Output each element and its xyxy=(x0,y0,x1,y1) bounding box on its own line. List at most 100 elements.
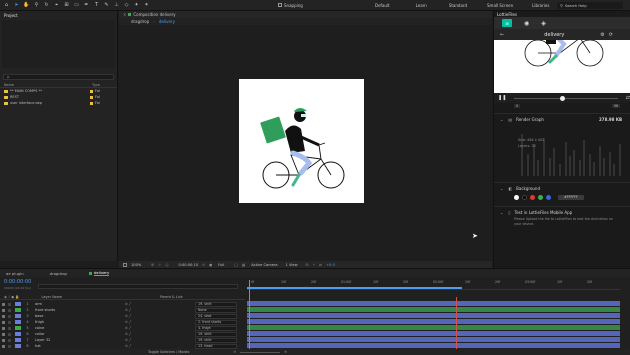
mobile-test-header[interactable]: ⌄ ▯ Test in LottieFiles Mobile App xyxy=(494,206,630,217)
pan-tool-icon[interactable]: ⊞ xyxy=(63,2,70,9)
breadcrumb-dragdrop[interactable]: dragdrop xyxy=(127,18,153,25)
back-arrow-icon[interactable]: ← xyxy=(500,32,504,38)
frame-start[interactable]: 0 xyxy=(514,104,521,108)
switch-icons[interactable]: ⊘ ╱ xyxy=(125,320,131,324)
eye-icon[interactable] xyxy=(1,338,5,342)
selection-tool-icon[interactable]: ➤ xyxy=(13,2,20,9)
resolution-select[interactable]: Full xyxy=(218,263,224,267)
view-layout-select[interactable]: 1 View xyxy=(286,263,298,267)
col-layer-name[interactable]: Layer Name xyxy=(42,295,63,299)
label-color-chip[interactable] xyxy=(15,314,21,318)
puppet-tool-icon[interactable]: ✶ xyxy=(143,2,150,9)
search-help[interactable]: ⚲ Search Help xyxy=(557,2,623,9)
switch-icons[interactable]: ⊘ ╱ xyxy=(125,326,131,330)
layer-bar[interactable] xyxy=(247,325,620,330)
eye-icon[interactable] xyxy=(1,302,5,306)
transparency-grid-icon[interactable]: ▦ xyxy=(242,263,245,267)
parent-select[interactable]: 19. shirt xyxy=(195,337,237,343)
refresh-icon[interactable]: ⟳ xyxy=(609,32,613,38)
swatch-black[interactable] xyxy=(522,194,527,200)
chevron-down-icon[interactable]: ⌄ xyxy=(500,210,503,215)
lottie-preview[interactable] xyxy=(494,40,630,93)
layer-bar[interactable] xyxy=(247,319,620,324)
workspace-small-screen[interactable]: Small Screen xyxy=(487,3,513,8)
zoom-tool-icon[interactable]: ⚲ xyxy=(33,2,40,9)
layer-bar[interactable] xyxy=(247,301,620,306)
lock-icon[interactable] xyxy=(7,302,11,306)
layer-bar[interactable] xyxy=(247,331,620,336)
project-search-input[interactable]: ρ- xyxy=(3,74,114,80)
swatch-white[interactable] xyxy=(514,194,519,200)
eye-icon[interactable] xyxy=(1,332,5,336)
label-color-chip[interactable] xyxy=(15,332,21,336)
lock-icon[interactable] xyxy=(7,314,11,318)
region-icon[interactable]: ▢ xyxy=(234,263,237,267)
loop-icon[interactable]: ⇄ xyxy=(626,95,630,101)
parent-select[interactable]: 4. thigh xyxy=(195,325,237,331)
workspace-default[interactable]: Default xyxy=(375,3,390,8)
eye-icon[interactable] xyxy=(1,344,5,348)
eye-icon[interactable] xyxy=(1,314,5,318)
fit-icon[interactable]: ⊞ xyxy=(151,263,154,267)
lock-icon[interactable] xyxy=(7,338,11,342)
eye-icon[interactable] xyxy=(1,308,5,312)
project-item[interactable]: user interface.aep Fol xyxy=(0,100,117,106)
close-icon[interactable]: ✕ xyxy=(123,12,126,17)
flowchart-icon[interactable]: ⇌ xyxy=(319,263,322,267)
magnification-select[interactable]: 100% xyxy=(131,263,141,267)
brush-tool-icon[interactable]: ✎ xyxy=(103,2,110,9)
background-header[interactable]: ⌄ ◧ Background xyxy=(494,182,630,193)
explore-icon[interactable]: ◈ xyxy=(541,20,546,27)
parent-select[interactable]: 24. seat xyxy=(195,313,237,319)
camera-select[interactable]: Active Camera xyxy=(251,263,277,267)
snapping-checkbox[interactable] xyxy=(278,3,282,7)
switch-icons[interactable]: ⊘ ╱ xyxy=(125,332,131,336)
toggle-switches-modes[interactable]: Toggle Switches / Modes xyxy=(148,350,189,354)
settings-gear-icon[interactable]: ⚙ xyxy=(600,32,604,38)
swatch-red[interactable] xyxy=(530,194,535,200)
parent-select[interactable]: 13. head xyxy=(195,343,237,349)
roto-tool-icon[interactable]: ✦ xyxy=(133,2,140,9)
exposure-value[interactable]: +0.0 xyxy=(326,263,335,267)
home-icon[interactable]: ⌂ xyxy=(3,2,10,9)
chevron-down-icon[interactable]: ⌄ xyxy=(500,117,503,122)
pen-tool-icon[interactable]: ✒ xyxy=(83,2,90,9)
layer-name[interactable]: hat xyxy=(35,344,65,348)
composition-canvas[interactable] xyxy=(239,79,364,203)
color-channel-icon[interactable]: ● xyxy=(209,263,212,267)
eraser-tool-icon[interactable]: ◇ xyxy=(123,2,130,9)
timeline-timecode[interactable]: 0:00:00:00 xyxy=(4,279,31,285)
layer-bar[interactable] xyxy=(247,337,620,342)
eye-icon[interactable] xyxy=(1,326,5,330)
lottie-scrubber-track[interactable] xyxy=(514,95,618,101)
breadcrumb-delivery[interactable]: delivery xyxy=(155,18,179,25)
workspace-standard[interactable]: Standard xyxy=(449,3,467,8)
timeline-zoom-slider[interactable] xyxy=(240,351,281,353)
layer-name[interactable]: collar xyxy=(35,332,65,336)
frame-end[interactable]: 96 xyxy=(612,104,621,108)
rectangle-tool-icon[interactable]: ▭ xyxy=(73,2,80,9)
lock-icon[interactable] xyxy=(7,332,11,336)
preview-eye-icon[interactable]: ◉ xyxy=(524,20,529,27)
layer-bar[interactable] xyxy=(247,343,620,348)
label-color-chip[interactable] xyxy=(15,338,21,342)
parent-select[interactable]: 19. shirt xyxy=(195,301,237,307)
layer-bar[interactable] xyxy=(247,307,620,312)
grid-icon[interactable]: ⊹ xyxy=(158,263,161,267)
pixel-aspect-icon[interactable]: ⊟ xyxy=(306,263,309,267)
chevron-down-icon[interactable]: ⌄ xyxy=(500,186,503,191)
label-color-chip[interactable] xyxy=(15,344,21,348)
lock-icon[interactable] xyxy=(7,308,11,312)
current-time-display[interactable]: 0:00:00:10 xyxy=(178,263,198,267)
layer-name[interactable]: arm xyxy=(35,302,65,306)
switch-icons[interactable]: ⊘ ╱ xyxy=(125,338,131,342)
timeline-ruler[interactable]: 0f 10f 20f 01:00f 10f 20f 02:00f 10f 20f… xyxy=(247,280,620,290)
clone-tool-icon[interactable]: ⊥ xyxy=(113,2,120,9)
layer-name[interactable]: calve xyxy=(35,326,65,330)
switch-icons[interactable]: ⊘ ╱ xyxy=(125,314,131,318)
swatch-green[interactable] xyxy=(538,194,543,200)
zoom-out-icon[interactable]: ⊖ xyxy=(233,350,236,354)
snapping-toggle[interactable]: Snapping xyxy=(278,3,303,8)
parent-select[interactable]: 19. shirt xyxy=(195,331,237,337)
switch-icons[interactable]: ⊘ ╱ xyxy=(125,302,131,306)
